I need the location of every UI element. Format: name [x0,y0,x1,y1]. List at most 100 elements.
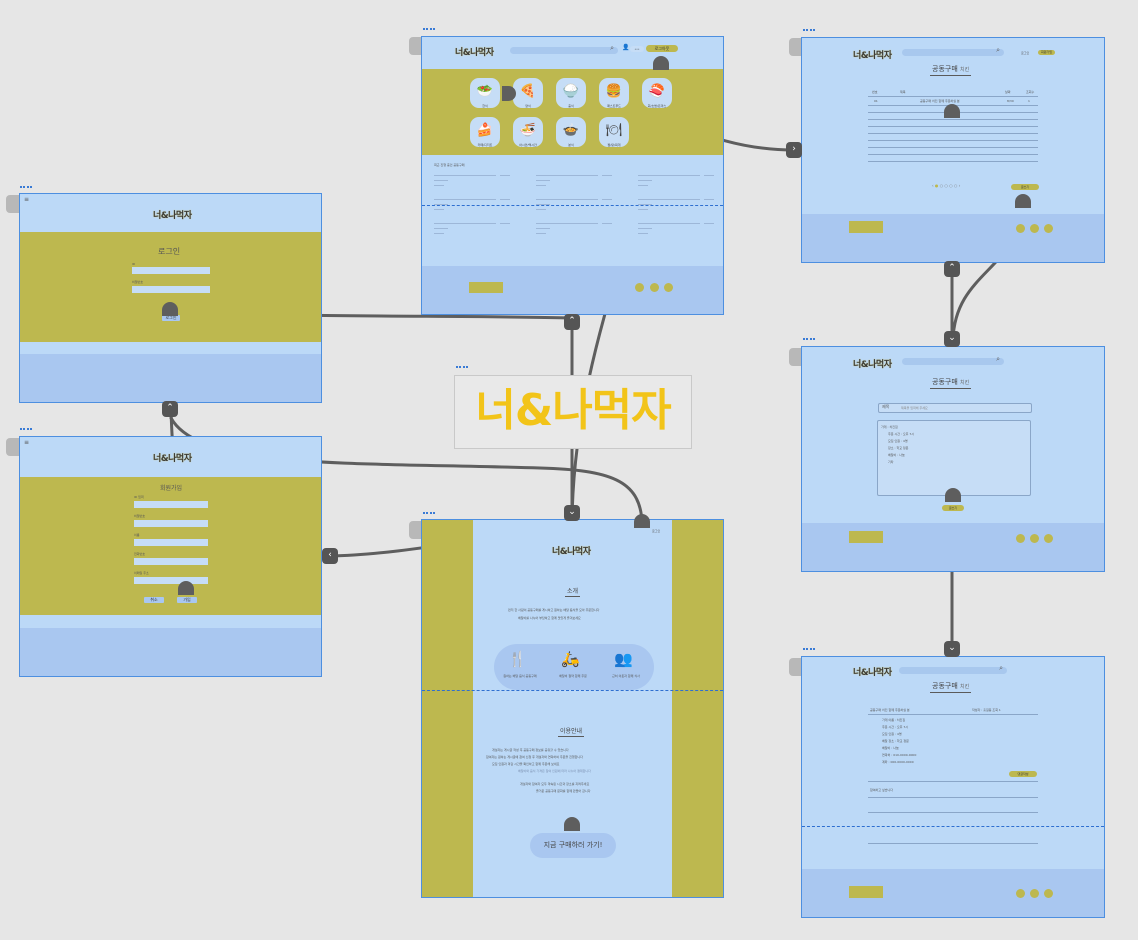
footer-social-icon[interactable] [1044,889,1053,898]
detail-logo[interactable]: 너&나먹자 [853,665,892,678]
category-noodles[interactable]: 🍜 아시안/멕시칸 [513,117,543,147]
card-title-line[interactable] [434,223,496,224]
hamburger-icon[interactable]: ≡ [24,439,29,446]
table-row[interactable] [868,147,1038,148]
list-search-input[interactable] [902,46,1004,56]
category-ramen[interactable]: 🍲 분식 [556,117,586,147]
connector-knob[interactable] [564,817,580,831]
footer-social-icon[interactable] [650,283,659,292]
comment-write-button[interactable]: 댓글작성 [1009,771,1037,777]
card-title-line[interactable] [638,175,700,176]
frame-menu-home[interactable] [423,28,435,34]
category-sushi[interactable]: 🍣 회/초밥/돈까스 [642,78,672,108]
table-cell[interactable]: 01 [874,99,878,103]
table-row[interactable] [868,140,1038,141]
home-logout-button[interactable]: 로그아웃 [646,45,678,52]
hamburger-icon[interactable]: ≡ [24,196,29,203]
write-subject-field[interactable]: 제목 제목을 입력해 주세요 [878,403,1032,413]
table-row[interactable] [868,133,1038,134]
connector-knob[interactable] [634,514,650,528]
detail-search-input[interactable] [899,664,1007,674]
login-id-input[interactable] [132,267,210,274]
footer-social-icon[interactable] [1044,534,1053,543]
card-title-line[interactable] [536,199,598,200]
chevron-right-icon[interactable]: › [786,142,802,158]
card-title-line[interactable] [536,175,598,176]
connector-knob[interactable] [1015,194,1031,208]
footer-social-icon[interactable] [1030,224,1039,233]
cta-buy-now-button[interactable]: 지금 구매하러 가기! [530,833,616,858]
user-icon[interactable]: 👤 [622,44,629,51]
footer-social-icon[interactable] [1016,534,1025,543]
landing-login-link[interactable]: 로그인 [652,529,660,533]
home-search-input[interactable] [510,44,618,54]
connector-knob[interactable] [178,581,194,595]
login-password-input[interactable] [132,286,210,293]
table-row[interactable] [868,161,1038,162]
footer-social-icon[interactable] [1044,224,1053,233]
connector-knob[interactable] [653,56,669,70]
list-signup-button[interactable]: 회원가입 [1038,50,1055,55]
card-title-line[interactable] [638,199,700,200]
signup-input[interactable] [134,539,208,546]
write-logo[interactable]: 너&나먹자 [853,357,892,370]
card-title-line[interactable] [536,223,598,224]
signup-input[interactable] [134,577,208,584]
write-search-input[interactable] [902,355,1004,365]
chevron-up-icon[interactable]: ⌃ [564,314,580,330]
list-write-button[interactable]: 글쓰기 [1011,184,1039,190]
frame-menu-write[interactable] [803,338,815,344]
table-cell[interactable]: 공동구매 치킨 함께 주문하실 분 [920,99,960,103]
signup-input[interactable] [134,501,208,508]
pagination[interactable]: ‹ ● ○ ○ ○ ○ › [932,184,960,188]
login-logo[interactable]: 너&나먹자 [153,208,192,221]
chevron-up-icon[interactable]: ⌃ [162,401,178,417]
frame-menu-landing[interactable] [423,512,435,518]
table-row[interactable] [868,126,1038,127]
card-title-line[interactable] [638,223,700,224]
card-title-line[interactable] [434,199,496,200]
chevron-up-icon[interactable]: ⌃ [944,261,960,277]
write-submit-button[interactable]: 글쓰기 [942,505,964,511]
chevron-left-icon[interactable]: ‹ [322,548,338,564]
signup-submit-button[interactable]: 가입 [177,597,197,603]
footer-social-icon[interactable] [1030,534,1039,543]
table-cell[interactable]: 1 [1028,99,1030,103]
frame-menu-signup[interactable] [20,428,32,434]
category-burger[interactable]: 🍔 패스트푸드 [599,78,629,108]
frame-menu-login[interactable] [20,186,32,192]
connector-knob[interactable] [944,104,960,118]
landing-logo[interactable]: 너&나먹자 [552,544,591,557]
table-cell[interactable]: 8/30 [1007,99,1014,103]
card-title-line[interactable] [434,175,496,176]
frame-menu-brand[interactable] [456,366,468,372]
signup-logo[interactable]: 너&나먹자 [153,451,192,464]
chevron-down-icon[interactable]: ⌄ [944,331,960,347]
category-salad[interactable]: 🥗 한식 [470,78,500,108]
frame-menu-list[interactable] [803,29,815,35]
list-logo[interactable]: 너&나먹자 [853,48,892,61]
category-pizza[interactable]: 🍕 양식 [513,78,543,108]
connector-knob[interactable] [162,302,178,316]
table-row[interactable] [868,119,1038,120]
category-plate[interactable]: 🍽 찜/탕/찌개 [599,117,629,147]
signup-cancel-button[interactable]: 취소 [144,597,164,603]
chevron-down-icon[interactable]: ⌄ [564,505,580,521]
home-logo[interactable]: 너&나먹자 [455,45,494,58]
signup-input[interactable] [134,558,208,565]
list-login-link[interactable]: 로그인 [1021,51,1029,55]
home-user-chip[interactable]: ••• [630,46,644,52]
footer-social-icon[interactable] [1016,224,1025,233]
connector-knob[interactable] [945,488,961,502]
category-cake[interactable]: 🍰 카페/디저트 [470,117,500,147]
write-body-textarea[interactable]: 가게 : 치킨집 주문 시간 : 오후 7시 모집 인원 : 4명 장소 : 학교 정… [877,420,1031,496]
chevron-down-icon[interactable]: ⌄ [944,641,960,657]
category-rice-bowl[interactable]: 🍚 중식 [556,78,586,108]
signup-input[interactable] [134,520,208,527]
footer-social-icon[interactable] [1030,889,1039,898]
footer-social-icon[interactable] [1016,889,1025,898]
frame-menu-detail[interactable] [803,648,815,654]
table-row[interactable] [868,154,1038,155]
footer-social-icon[interactable] [635,283,644,292]
footer-social-icon[interactable] [664,283,673,292]
